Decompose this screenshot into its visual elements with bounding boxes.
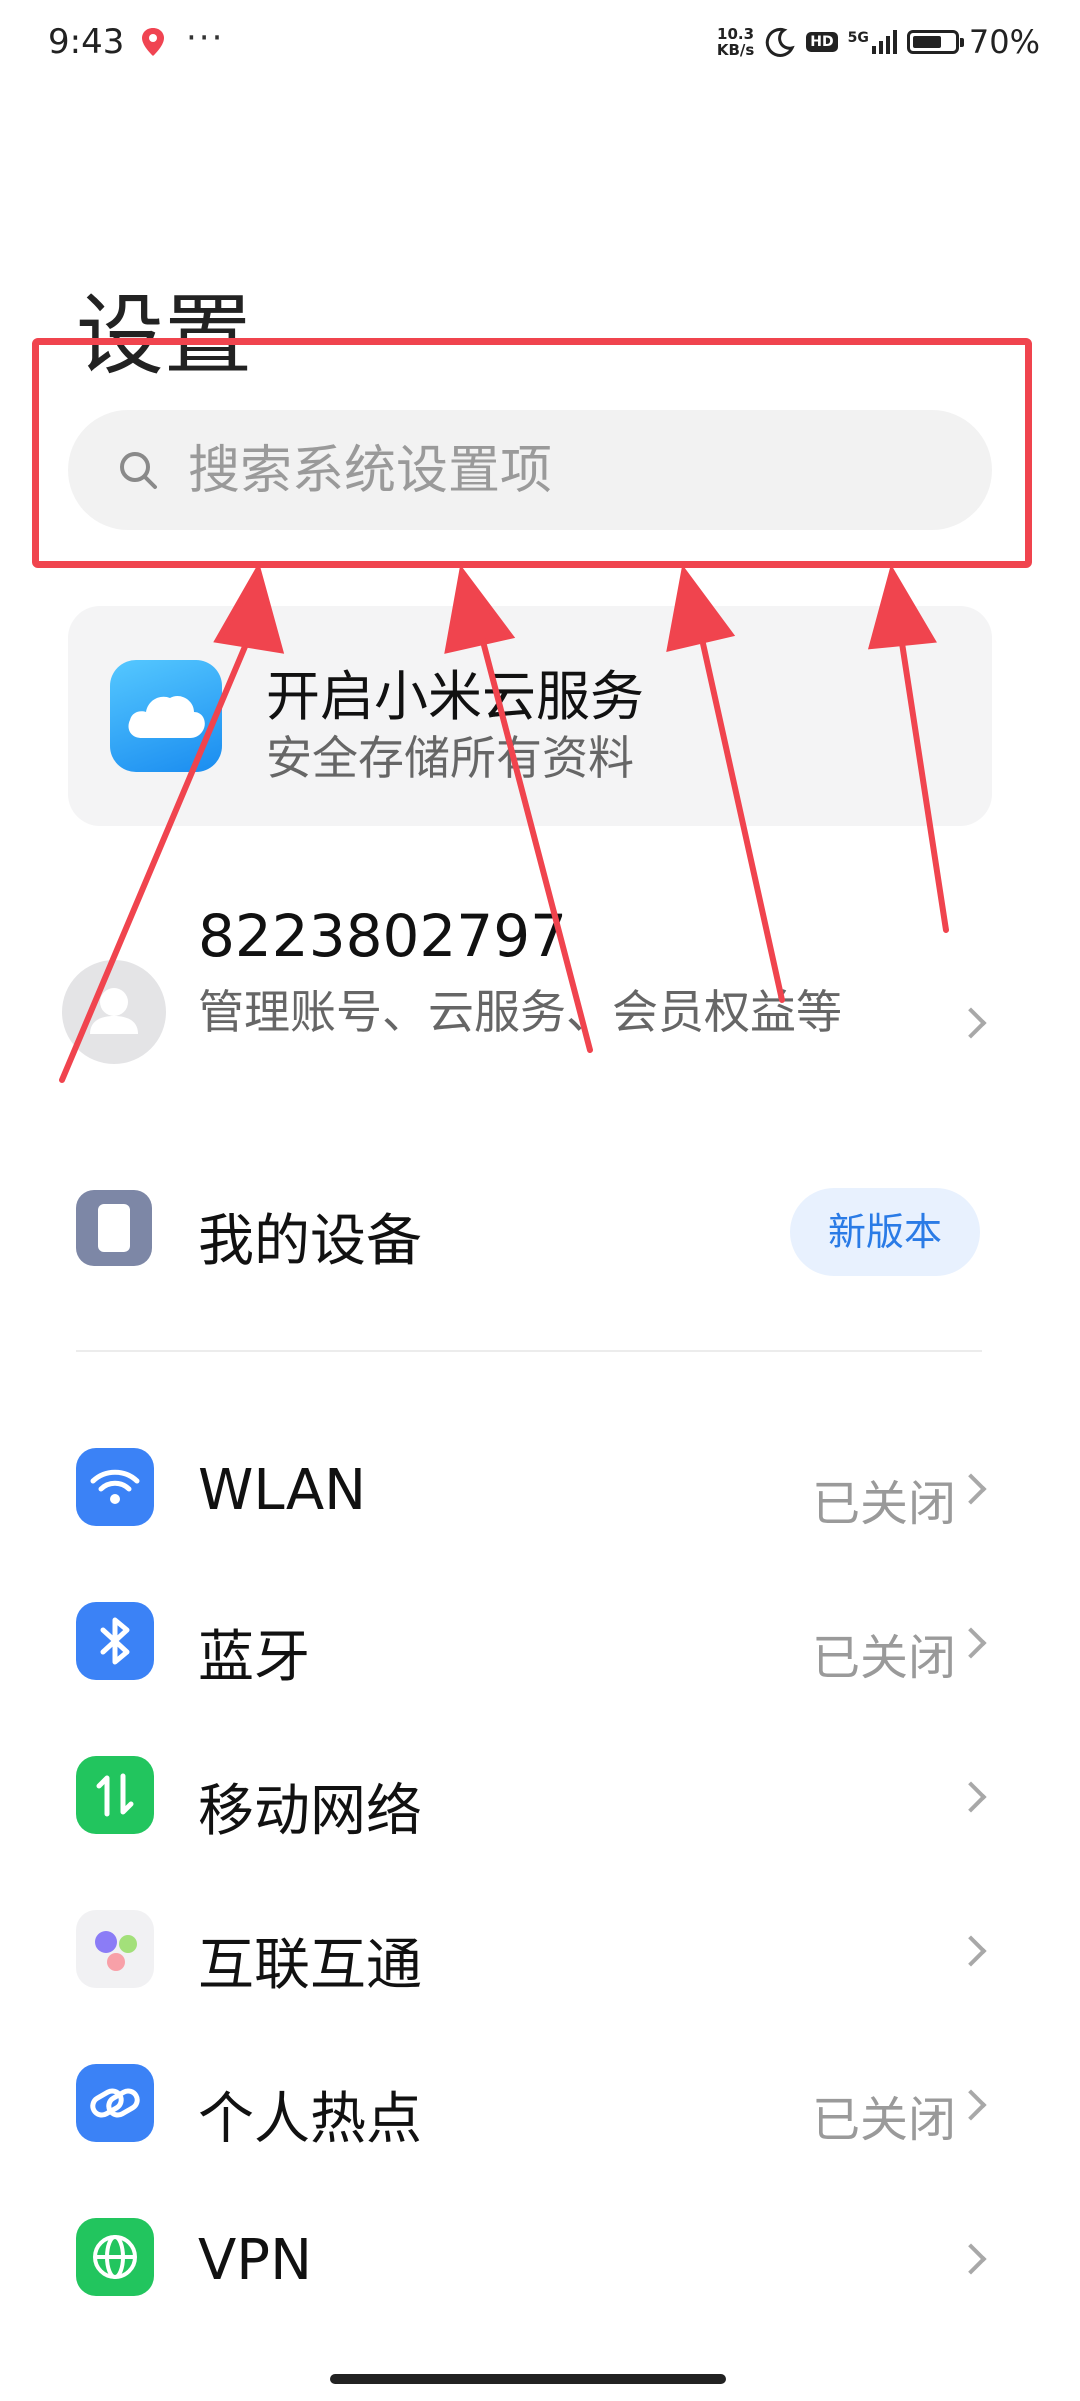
more-notifications-icon: ··· <box>186 18 225 58</box>
account-row[interactable]: 8223802797 管理账号、云服务、会员权益等 <box>0 880 1080 1130</box>
status-icons: 10.3 KB/s HD 5G 70% <box>717 22 1040 62</box>
interconnect-icon <box>76 1910 154 1988</box>
cloud-icon <box>110 660 222 772</box>
map-notification-icon <box>140 26 166 58</box>
new-version-badge[interactable]: 新版本 <box>790 1188 980 1276</box>
setting-label: 蓝牙 <box>198 1625 310 1690</box>
setting-row-interconnect[interactable]: 互联互通 <box>0 1886 1080 2010</box>
chevron-right-icon <box>955 1627 987 1659</box>
account-id: 8223802797 <box>198 902 568 970</box>
setting-label: 互联互通 <box>198 1933 422 1998</box>
moon-icon <box>766 27 796 57</box>
net-speed: 10.3 KB/s <box>716 25 755 59</box>
hotspot-icon <box>76 2064 154 2142</box>
setting-row-wlan[interactable]: WLAN 已关闭 <box>0 1424 1080 1548</box>
chevron-right-icon <box>955 1007 987 1039</box>
chevron-right-icon <box>955 1781 987 1813</box>
status-time: 9:43 <box>48 22 125 62</box>
setting-label: 个人热点 <box>198 2087 422 2152</box>
device-icon <box>76 1190 152 1266</box>
wifi-icon <box>76 1448 154 1526</box>
setting-label: 移动网络 <box>198 1779 422 1844</box>
setting-status: 已关闭 <box>811 1630 956 1686</box>
mobile-network-icon <box>76 1756 154 1834</box>
setting-row-bluetooth[interactable]: 蓝牙 已关闭 <box>0 1578 1080 1702</box>
setting-status: 已关闭 <box>811 1476 956 1532</box>
setting-row-vpn[interactable]: VPN <box>0 2194 1080 2318</box>
hd-badge: HD <box>806 32 838 52</box>
divider <box>76 1350 982 1352</box>
cloud-service-card[interactable]: 开启小米云服务 安全存储所有资料 <box>68 606 992 826</box>
vpn-icon <box>76 2218 154 2296</box>
cloud-card-title: 开启小米云服务 <box>266 665 644 728</box>
setting-row-hotspot[interactable]: 个人热点 已关闭 <box>0 2040 1080 2164</box>
battery-percent: 70% <box>968 23 1040 61</box>
gesture-bar[interactable] <box>330 2374 726 2384</box>
my-device-row[interactable]: 我的设备 新版本 <box>0 1160 1080 1300</box>
my-device-label: 我的设备 <box>198 1209 422 1274</box>
avatar <box>62 960 166 1064</box>
setting-row-mobile-network[interactable]: 移动网络 <box>0 1732 1080 1856</box>
account-description: 管理账号、云服务、会员权益等 <box>198 985 842 1039</box>
battery-icon <box>906 30 964 54</box>
bluetooth-icon <box>76 1602 154 1680</box>
setting-label: VPN <box>198 2228 312 2293</box>
signal-icon: 5G <box>848 30 897 54</box>
chevron-right-icon <box>955 1935 987 1967</box>
chevron-right-icon <box>955 2089 987 2121</box>
cloud-card-subtitle: 安全存储所有资料 <box>266 731 634 785</box>
setting-status: 已关闭 <box>811 2092 956 2148</box>
chevron-right-icon <box>955 2243 987 2275</box>
annotation-highlight-box <box>32 338 1032 568</box>
chevron-right-icon <box>955 1473 987 1505</box>
setting-label: WLAN <box>198 1458 367 1523</box>
